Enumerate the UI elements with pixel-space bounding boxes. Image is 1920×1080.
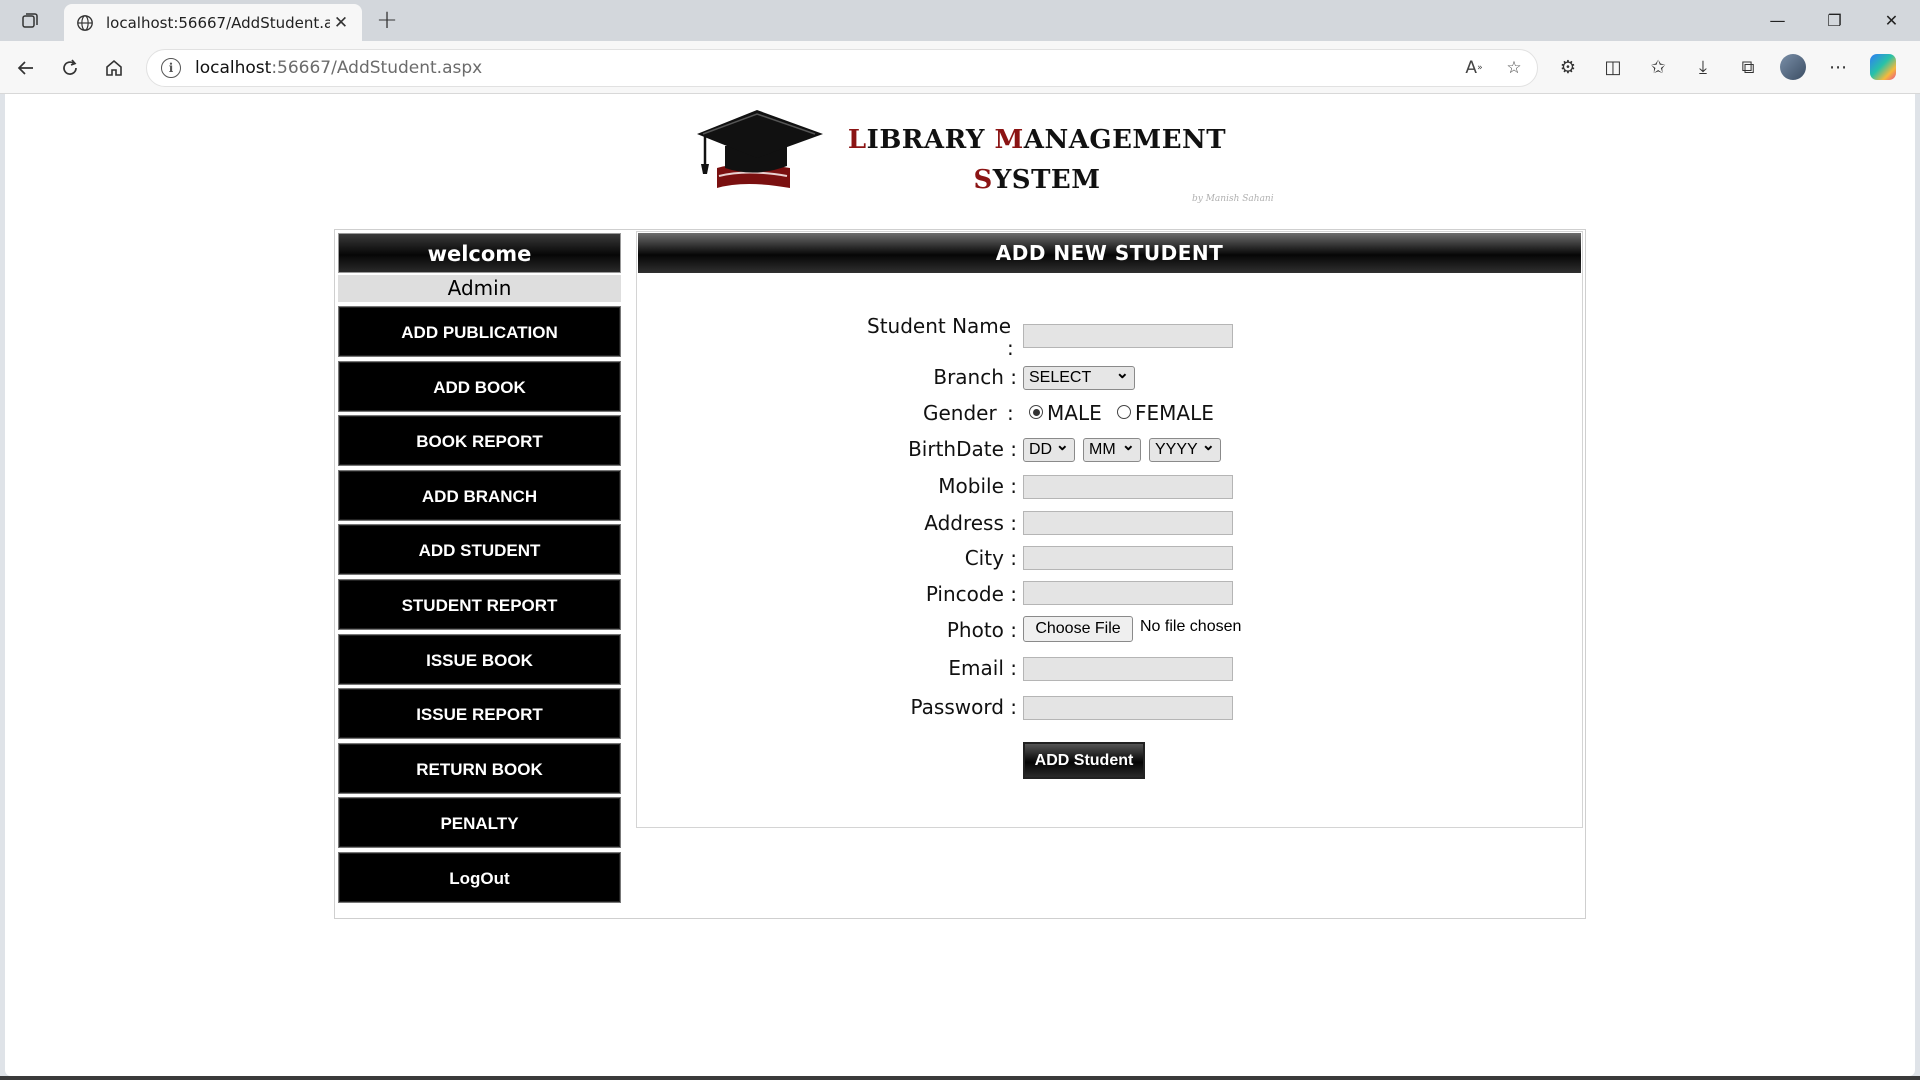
read-aloud-icon[interactable]: A» bbox=[1461, 55, 1487, 81]
birth-day-select[interactable]: DD bbox=[1023, 435, 1075, 462]
tab-title: localhost:56667/AddStudent.aspx bbox=[106, 13, 330, 32]
choose-file-button[interactable]: Choose File bbox=[1023, 616, 1133, 642]
birth-month-value: MM bbox=[1089, 441, 1116, 458]
mobile-input[interactable] bbox=[1023, 475, 1233, 499]
page-title: ADD NEW STUDENT bbox=[638, 233, 1581, 273]
sidebar-item-student-report[interactable]: STUDENT REPORT bbox=[338, 578, 621, 630]
pincode-input[interactable] bbox=[1023, 581, 1233, 605]
student-name-colon: : bbox=[1007, 336, 1014, 360]
url-host: localhost bbox=[195, 58, 272, 78]
sidebar: welcome Admin ADD PUBLICATION ADD BOOK B… bbox=[338, 233, 621, 907]
address-input[interactable] bbox=[1023, 511, 1233, 535]
favorite-star-icon[interactable]: ☆ bbox=[1501, 55, 1527, 81]
sidebar-item-book-report[interactable]: BOOK REPORT bbox=[338, 415, 621, 467]
copilot-icon[interactable] bbox=[1870, 54, 1896, 80]
taskbar-edge bbox=[0, 1076, 1920, 1080]
browser-titlebar: localhost:56667/AddStudent.aspx ✕ + — ❐ … bbox=[0, 0, 1920, 41]
branch-select[interactable]: SELECT bbox=[1023, 363, 1135, 390]
download-icon[interactable]: ⤓ bbox=[1687, 51, 1719, 83]
extensions-icon[interactable]: ⚙ bbox=[1552, 51, 1584, 83]
window-controls: — ❐ ✕ bbox=[1749, 0, 1920, 41]
tab-actions-icon[interactable] bbox=[14, 7, 46, 35]
student-name-label: Student Name bbox=[867, 314, 1012, 338]
site-title: LIBRARY MANAGEMENT SYSTEM bbox=[847, 125, 1227, 195]
address-label: Address : bbox=[924, 511, 1017, 535]
sidebar-item-add-book[interactable]: ADD BOOK bbox=[338, 360, 621, 412]
sidebar-menu: ADD PUBLICATION ADD BOOK BOOK REPORT ADD… bbox=[338, 306, 621, 903]
file-status: No file chosen bbox=[1140, 618, 1242, 635]
add-student-panel: ADD NEW STUDENT Student Name : Branch : … bbox=[636, 231, 1583, 828]
birth-day-value: DD bbox=[1029, 441, 1053, 458]
minimize-icon[interactable]: — bbox=[1749, 0, 1806, 41]
sidebar-item-issue-book[interactable]: ISSUE BOOK bbox=[338, 633, 621, 685]
refresh-icon[interactable] bbox=[54, 52, 86, 84]
byline: by Manish Sahani bbox=[1192, 194, 1274, 204]
sidebar-item-return-book[interactable]: RETURN BOOK bbox=[338, 742, 621, 794]
student-name-input[interactable] bbox=[1023, 324, 1233, 348]
branch-select-value: SELECT bbox=[1029, 369, 1092, 386]
url-path: :56667/AddStudent.aspx bbox=[271, 58, 483, 78]
birth-month-select[interactable]: MM bbox=[1083, 435, 1141, 462]
sidebar-item-issue-report[interactable]: ISSUE REPORT bbox=[338, 688, 621, 740]
globe-icon bbox=[74, 12, 96, 34]
main-container: welcome Admin ADD PUBLICATION ADD BOOK B… bbox=[334, 229, 1586, 919]
sidebar-item-logout[interactable]: LogOut bbox=[338, 851, 621, 903]
sidebar-item-add-student[interactable]: ADD STUDENT bbox=[338, 524, 621, 576]
profile-avatar[interactable] bbox=[1780, 54, 1806, 80]
close-window-icon[interactable]: ✕ bbox=[1863, 0, 1920, 41]
back-icon[interactable] bbox=[10, 52, 42, 84]
birthdate-label: BirthDate : bbox=[908, 437, 1017, 461]
restore-icon[interactable]: ❐ bbox=[1806, 0, 1863, 41]
site-logo: LIBRARY MANAGEMENT SYSTEM by Manish Saha… bbox=[695, 106, 1295, 206]
birth-year-value: YYYY bbox=[1155, 441, 1198, 458]
more-menu-icon[interactable]: ⋯ bbox=[1822, 51, 1854, 83]
email-input[interactable] bbox=[1023, 657, 1233, 681]
gender-label: Gender bbox=[923, 401, 997, 425]
gender-male-radio[interactable] bbox=[1029, 405, 1043, 419]
gender-female-label[interactable]: FEMALE bbox=[1135, 401, 1214, 425]
gender-female-radio[interactable] bbox=[1117, 405, 1131, 419]
sidebar-item-add-publication[interactable]: ADD PUBLICATION bbox=[338, 306, 621, 357]
close-tab-icon[interactable]: ✕ bbox=[330, 13, 352, 33]
email-label: Email : bbox=[948, 656, 1017, 680]
home-icon[interactable] bbox=[98, 52, 130, 84]
collections-icon[interactable]: ⧉ bbox=[1732, 51, 1764, 83]
mobile-label: Mobile : bbox=[938, 474, 1017, 498]
split-screen-icon[interactable]: ◫ bbox=[1597, 51, 1629, 83]
favorites-icon[interactable]: ✩ bbox=[1642, 51, 1674, 83]
page-viewport: LIBRARY MANAGEMENT SYSTEM by Manish Saha… bbox=[5, 94, 1915, 1076]
city-input[interactable] bbox=[1023, 546, 1233, 570]
sidebar-item-penalty[interactable]: PENALTY bbox=[338, 797, 621, 849]
user-name: Admin bbox=[338, 275, 621, 302]
city-label: City : bbox=[964, 546, 1017, 570]
sidebar-item-add-branch[interactable]: ADD BRANCH bbox=[338, 469, 621, 521]
gender-colon: : bbox=[1007, 401, 1014, 425]
welcome-header: welcome bbox=[338, 233, 621, 273]
branch-label: Branch : bbox=[933, 365, 1017, 389]
pincode-label: Pincode : bbox=[925, 582, 1017, 606]
birth-year-select[interactable]: YYYY bbox=[1149, 435, 1221, 462]
photo-label: Photo : bbox=[946, 618, 1017, 642]
new-tab-icon[interactable]: + bbox=[372, 5, 402, 35]
address-bar[interactable]: i localhost:56667/AddStudent.aspx A» ☆ bbox=[146, 49, 1538, 87]
browser-toolbar: i localhost:56667/AddStudent.aspx A» ☆ ⚙… bbox=[0, 41, 1920, 94]
graduation-cap-books-icon bbox=[697, 110, 823, 188]
password-label: Password : bbox=[910, 695, 1017, 719]
password-input[interactable] bbox=[1023, 696, 1233, 720]
browser-tab[interactable]: localhost:56667/AddStudent.aspx ✕ bbox=[64, 4, 362, 41]
add-student-button[interactable]: ADD Student bbox=[1023, 742, 1145, 779]
site-info-icon[interactable]: i bbox=[161, 58, 181, 78]
gender-male-label[interactable]: MALE bbox=[1047, 401, 1102, 425]
